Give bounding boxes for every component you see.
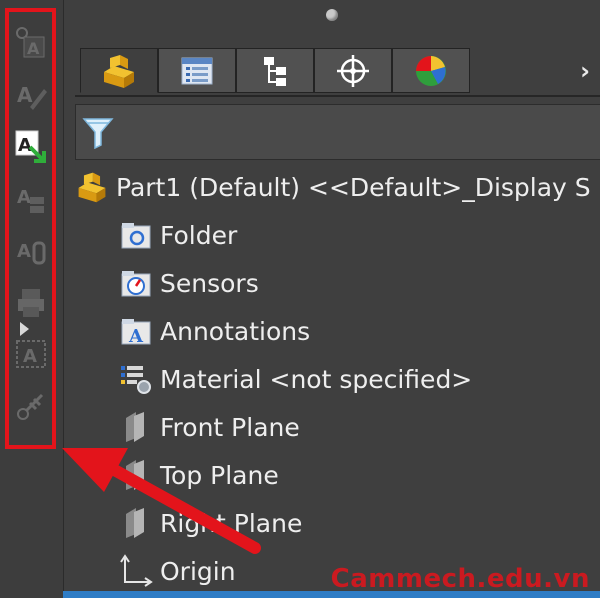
manager-tabs: › <box>75 45 600 97</box>
material-icon <box>116 359 156 399</box>
watermark-text: Cammech.edu.vn <box>330 564 590 594</box>
property-manager-tab-icon[interactable] <box>158 48 236 93</box>
plane-icon <box>116 455 156 495</box>
tree-item-label: Front Plane <box>160 412 300 442</box>
svg-text:A: A <box>128 326 144 346</box>
tree-item-right-plane[interactable]: Right Plane <box>116 501 302 545</box>
tree-item-label: Origin <box>160 556 236 586</box>
tree-item-label: Sensors <box>160 268 259 298</box>
tree-root-label: Part1 (Default) <<Default>_Display S <box>116 172 591 202</box>
tree-item-top-plane[interactable]: Top Plane <box>116 453 279 497</box>
folder-icon <box>116 215 156 255</box>
tree-root-part1[interactable]: Part1 (Default) <<Default>_Display S <box>72 165 591 209</box>
annotations-icon: A <box>116 311 156 351</box>
tree-item-material[interactable]: Material <not specified> <box>116 357 472 401</box>
feature-manager-tab-icon[interactable] <box>80 48 158 93</box>
tree-item-label: Folder <box>160 220 238 250</box>
tree-item-annotations[interactable]: A Annotations <box>116 309 310 353</box>
tree-item-label: Annotations <box>160 316 311 346</box>
panel-resize-handle[interactable] <box>326 9 338 21</box>
tree-item-label: Material <not specified> <box>160 364 473 394</box>
display-manager-tab-icon[interactable] <box>392 48 470 93</box>
tree-item-front-plane[interactable]: Front Plane <box>116 405 300 449</box>
chevron-right-icon[interactable]: › <box>580 57 590 85</box>
toolbar-highlight-box <box>5 8 56 449</box>
tree-item-sensors[interactable]: Sensors <box>116 261 259 305</box>
tree-item-origin[interactable]: Origin <box>116 549 236 593</box>
tree-item-label: Right Plane <box>160 508 303 538</box>
configuration-manager-tab-icon[interactable] <box>236 48 314 93</box>
tree-item-label: Top Plane <box>160 460 279 490</box>
tree-item-folder[interactable]: Folder <box>116 213 237 257</box>
plane-icon <box>116 503 156 543</box>
part-icon <box>72 167 112 207</box>
dimxpert-manager-tab-icon[interactable] <box>314 48 392 93</box>
sensors-icon <box>116 263 156 303</box>
filter-icon[interactable] <box>82 115 114 149</box>
expand-annotations-icon[interactable] <box>20 322 29 336</box>
plane-icon <box>116 407 156 447</box>
origin-icon <box>116 551 156 591</box>
annotation-toolbar: A A A A A A <box>0 0 63 598</box>
tree-filter-bar[interactable] <box>75 104 600 160</box>
